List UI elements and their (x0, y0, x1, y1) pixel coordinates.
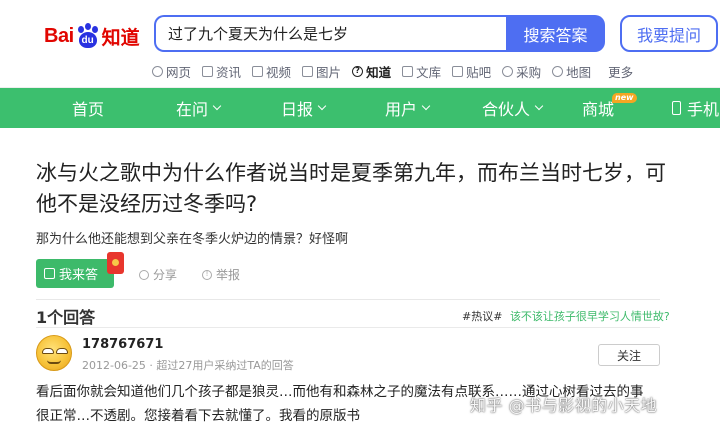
nav-item-users[interactable]: 用户 (385, 88, 431, 128)
paw-icon: du (75, 23, 101, 49)
subnav-item-zhidao[interactable]: ? 知道 (352, 62, 391, 81)
subnav-label: 资讯 (216, 64, 242, 80)
nav-item-zaiwen[interactable]: 在问 (176, 88, 222, 128)
subnav-label: 地图 (566, 64, 592, 80)
nav-item-mall[interactable]: 商城 new (582, 88, 637, 128)
chevron-down-icon (534, 101, 544, 111)
search-input[interactable]: 过了九个夏天为什么是七岁 (154, 15, 506, 52)
red-envelope-icon[interactable] (107, 252, 124, 274)
header: Bai du 知道 过了九个夏天为什么是七岁 搜索答案 我要提问 网页 资讯 视… (0, 0, 720, 88)
divider (36, 299, 660, 300)
nav-label: 用户 (385, 100, 418, 119)
chevron-down-icon (212, 101, 222, 111)
subnav-item-wenku[interactable]: 文库 (402, 62, 441, 81)
chevron-down-icon (421, 101, 431, 111)
video-icon (252, 65, 264, 77)
question-title: 冰与火之歌中为什么作者说当时是夏季第九年，而布兰当时七岁，可他不是没经历过冬季吗… (36, 161, 666, 216)
subnav-item-web[interactable]: 网页 (152, 62, 191, 81)
nav-label: 手机 (687, 100, 720, 119)
subnav-item-tieba[interactable]: 贴吧 (452, 62, 491, 81)
logo-du-text: du (78, 32, 97, 48)
new-badge: new (612, 93, 637, 103)
subnav-item-map[interactable]: 地图 (552, 62, 591, 81)
search-input-value: 过了九个夏天为什么是七岁 (168, 25, 349, 43)
follow-button[interactable]: 关注 (598, 344, 660, 366)
answer-button[interactable]: 我来答 (36, 259, 114, 288)
nav-label: 日报 (281, 100, 314, 119)
subnav-item-purchase[interactable]: 采购 (502, 62, 541, 81)
nav-label: 商城 (582, 100, 615, 119)
main-nav-bar: 首页 在问 日报 用户 合伙人 商城 new 手机 (0, 88, 720, 128)
watermark: 知乎 @书与影视的小天地 (470, 396, 658, 415)
subnav-label: 采购 (516, 64, 542, 80)
nav-label: 在问 (176, 100, 209, 119)
nav-item-mobile[interactable]: 手机 (672, 88, 719, 128)
report-button[interactable]: ! 举报 (202, 266, 240, 283)
pencil-icon (44, 268, 55, 279)
nav-label: 首页 (72, 100, 105, 119)
phone-icon (672, 101, 681, 115)
subnav-label: 视频 (266, 64, 292, 80)
subnav-label: 文库 (416, 64, 442, 80)
hot-topic-tag: #热议# (462, 310, 503, 323)
divider (36, 327, 660, 328)
hot-topic: #热议# 该不该让孩子很早学习人情世故? (462, 308, 670, 324)
nav-label: 合伙人 (482, 100, 531, 119)
baidu-zhidao-logo[interactable]: Bai du 知道 (44, 18, 140, 54)
subnav-label: 知道 (366, 64, 392, 80)
search-icon (152, 65, 163, 77)
answer-button-label: 我来答 (59, 268, 99, 283)
logo-bai-text: Bai (44, 24, 74, 47)
report-label: 举报 (216, 268, 241, 282)
share-label: 分享 (153, 268, 178, 282)
subnav-label: 网页 (166, 64, 192, 80)
chevron-down-icon (317, 101, 327, 111)
search-category-nav: 网页 资讯 视频 图片 ? 知道 文库 贴吧 采购 地图 更多 (152, 62, 644, 80)
hot-topic-link[interactable]: 该不该让孩子很早学习人情世故? (510, 310, 670, 323)
subnav-label: 图片 (316, 64, 342, 80)
doc-icon (402, 65, 414, 77)
image-icon (302, 65, 314, 77)
subnav-more[interactable]: 更多 (608, 62, 633, 81)
logo-zhidao-text: 知道 (101, 26, 140, 49)
subnav-item-news[interactable]: 资讯 (202, 62, 241, 81)
question-content: 冰与火之歌中为什么作者说当时是夏季第九年，而布兰当时七岁，可他不是没经历过冬季吗… (0, 128, 720, 434)
search-answer-button[interactable]: 搜索答案 (506, 15, 605, 52)
purchase-icon (502, 65, 514, 77)
answer-meta: 2012-06-25 · 超过27用户采纳过TA的回答 (82, 359, 294, 372)
subnav-item-video[interactable]: 视频 (252, 62, 291, 81)
nav-item-partner[interactable]: 合伙人 (482, 88, 544, 128)
avatar[interactable] (36, 335, 72, 371)
question-icon: ? (352, 65, 364, 77)
answer-count: 1个回答 (36, 308, 96, 327)
question-description: 那为什么他还能想到父亲在冬季火炉边的情景？好怪啊 (36, 232, 349, 247)
subnav-label: 贴吧 (466, 64, 492, 80)
answer-username[interactable]: 178767671 (82, 337, 163, 352)
share-icon (139, 269, 149, 280)
ask-question-button[interactable]: 我要提问 (620, 15, 718, 52)
nav-item-ribao[interactable]: 日报 (281, 88, 327, 128)
map-icon (552, 65, 564, 77)
subnav-item-image[interactable]: 图片 (302, 62, 341, 81)
news-icon (202, 65, 214, 77)
nav-item-home[interactable]: 首页 (72, 88, 104, 128)
warning-icon: ! (202, 269, 212, 280)
share-button[interactable]: 分享 (139, 266, 177, 283)
tieba-icon (452, 65, 464, 77)
